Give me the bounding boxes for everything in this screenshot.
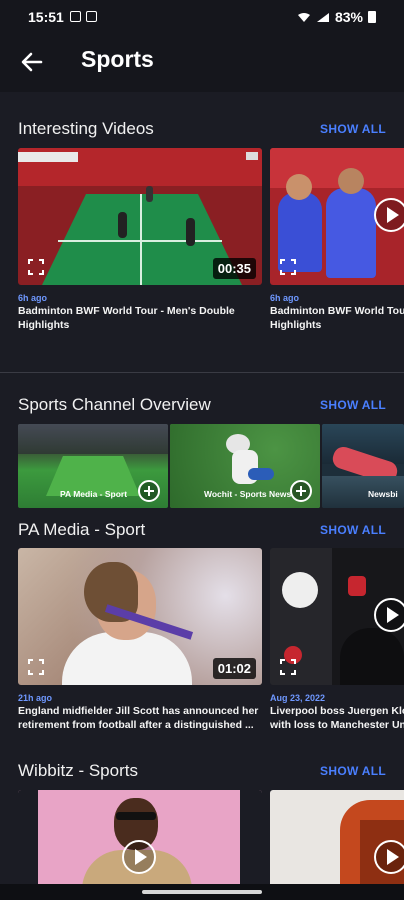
- app-bar: Sports: [0, 34, 404, 92]
- fullscreen-icon[interactable]: [280, 259, 296, 275]
- play-icon: [387, 207, 399, 223]
- video-thumbnail[interactable]: 01:02: [18, 548, 262, 685]
- video-thumbnail[interactable]: [270, 148, 404, 285]
- channel-card-newsbit[interactable]: Newsbi: [322, 424, 404, 508]
- battery-percent: 83%: [334, 9, 363, 25]
- channel-label: Wochit - Sports News: [204, 489, 292, 499]
- section-divider: [0, 372, 404, 373]
- channel-card-pa-media[interactable]: PA Media - Sport: [18, 424, 168, 508]
- play-icon: [387, 849, 399, 865]
- show-all-channels-button[interactable]: SHOW ALL: [320, 398, 386, 412]
- status-time: 15:51: [28, 9, 64, 25]
- video-age: 21h ago: [18, 693, 53, 703]
- fullscreen-icon[interactable]: [28, 659, 44, 675]
- section-title-wibbitz: Wibbitz - Sports: [18, 761, 138, 780]
- video-age: 6h ago: [270, 293, 300, 303]
- back-button[interactable]: [12, 42, 52, 82]
- video-age: 6h ago: [18, 293, 48, 303]
- notification-icons: [70, 11, 97, 22]
- video-thumbnail[interactable]: 00:35: [18, 148, 262, 285]
- status-bar: 15:51 83%: [0, 0, 404, 34]
- page-title: Sports: [81, 46, 154, 72]
- wifi-icon: [297, 12, 310, 22]
- signal-icon: [316, 12, 329, 22]
- fullscreen-icon[interactable]: [28, 259, 44, 275]
- play-button[interactable]: [374, 198, 404, 232]
- fullscreen-icon[interactable]: [280, 659, 296, 675]
- channel-label: PA Media - Sport: [60, 489, 128, 499]
- video-thumbnail[interactable]: [270, 548, 404, 685]
- battery-icon: [368, 11, 376, 23]
- video-duration: 00:35: [212, 258, 256, 279]
- video-age: Aug 23, 2022: [270, 693, 326, 703]
- video-thumbnail[interactable]: [18, 790, 262, 884]
- play-icon: [387, 607, 399, 623]
- status-right: 83%: [297, 9, 376, 25]
- section-title-channels: Sports Channel Overview: [18, 395, 211, 414]
- show-all-interesting-button[interactable]: SHOW ALL: [320, 122, 386, 136]
- mail-icon: [86, 11, 97, 22]
- video-duration: 01:02: [212, 658, 256, 679]
- show-all-wibbitz-button[interactable]: SHOW ALL: [320, 764, 386, 778]
- video-title[interactable]: Badminton BWF World Tour - Men's Double …: [18, 304, 262, 332]
- gallery-icon: [70, 11, 81, 22]
- channel-label: Newsbi: [368, 489, 398, 499]
- play-icon: [135, 849, 147, 865]
- play-button[interactable]: [374, 598, 404, 632]
- add-channel-icon[interactable]: [138, 480, 160, 502]
- show-all-pa-media-button[interactable]: SHOW ALL: [320, 523, 386, 537]
- video-title[interactable]: Badminton BWF World Tour Highlights: [270, 304, 404, 332]
- section-title-interesting: Interesting Videos: [18, 119, 154, 138]
- section-title-pa-media: PA Media - Sport: [18, 520, 146, 539]
- play-button[interactable]: [122, 840, 156, 874]
- video-thumbnail[interactable]: [270, 790, 404, 884]
- arrow-left-icon: [21, 52, 43, 72]
- channel-card-wochit[interactable]: Wochit - Sports News: [170, 424, 320, 508]
- video-title[interactable]: Liverpool boss Juergen Klop with loss to…: [270, 704, 404, 732]
- add-channel-icon[interactable]: [290, 480, 312, 502]
- video-title[interactable]: England midfielder Jill Scott has announ…: [18, 704, 262, 732]
- home-gesture-handle[interactable]: [142, 890, 262, 894]
- play-button[interactable]: [374, 840, 404, 874]
